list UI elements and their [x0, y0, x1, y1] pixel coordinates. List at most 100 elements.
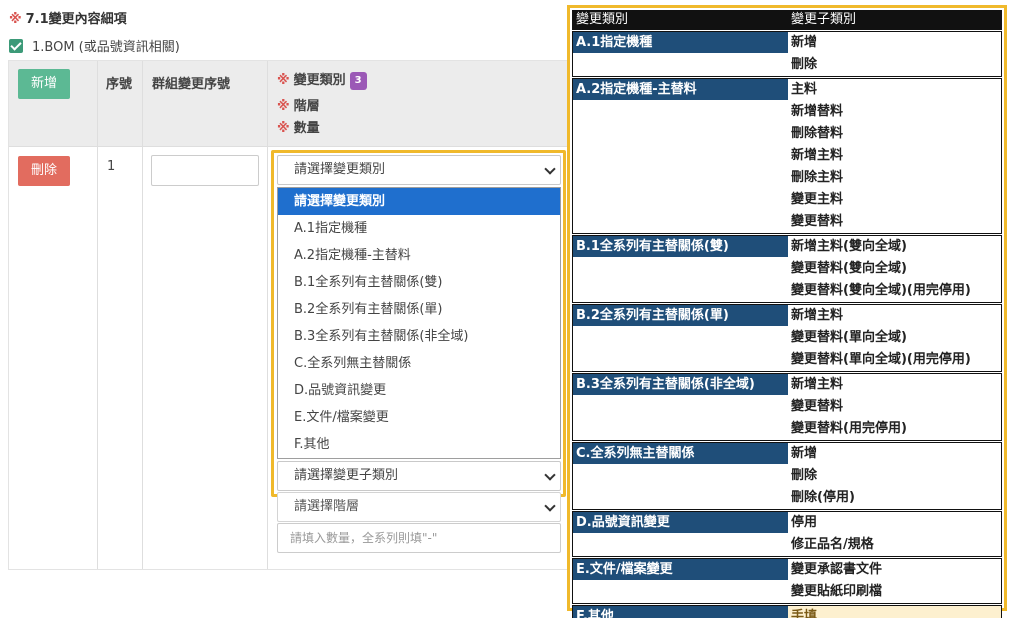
reference-subcategory-cell: 刪除主料 [791, 170, 844, 185]
reference-subcategory-cell: 變更替料(單向全域)(用完停用) [791, 352, 971, 367]
reference-header-subcategory: 變更子類別 [791, 12, 857, 27]
reference-subcategory-cell: 變更替料(雙向全域)(用完停用) [791, 283, 971, 298]
change-type-header-label: 變更類別 [293, 73, 346, 88]
section-title: ※ 7.1變更內容細項 [9, 8, 127, 27]
group-seq-input[interactable] [151, 155, 259, 186]
column-header-group-seq: 群組變更序號 [152, 77, 231, 92]
reference-subcategory-cell: 變更替料(用完停用) [791, 421, 907, 436]
column-header-qty: ※ 數量 [277, 117, 320, 136]
reference-table-body: A.1指定機種 新增 刪除 A.2指定機種-主替料 主料 新增替料 刪除替料 新增主料 刪除主料… [572, 31, 1002, 618]
reference-subcategory-cell: 新增替料 [791, 104, 844, 119]
required-mark: ※ [277, 73, 290, 88]
reference-subcategory-cell: 刪除替料 [791, 126, 844, 141]
reference-group: C.全系列無主替關係 新增刪除刪除(停用) [572, 442, 1002, 510]
dropdown-option[interactable]: A.2指定機種-主替料 [278, 242, 560, 269]
bom-checkbox[interactable] [9, 38, 23, 53]
reference-subcategory-cell: 新增主料 [791, 308, 844, 323]
reference-subcategory-list: 手填 [788, 606, 1001, 618]
change-type-select[interactable]: 請選擇變更類別 [277, 155, 561, 185]
change-type-count-badge: 3 [349, 72, 367, 90]
change-type-dropdown-list[interactable]: 請選擇變更類別 A.1指定機種 A.2指定機種-主替料 B.1全系列有主替關係(雙) B… [277, 187, 561, 459]
dropdown-option[interactable]: C.全系列無主替關係 [278, 350, 560, 377]
reference-subcategory-cell: 變更貼紙印刷檔 [791, 584, 883, 599]
level-header-label: 階層 [293, 99, 320, 114]
add-row-button[interactable]: 新增 [18, 69, 70, 99]
column-divider [267, 61, 268, 569]
quantity-input[interactable]: 請填入數量，全系列則填"-" [277, 523, 561, 553]
reference-group: D.品號資訊變更 停用修正品名/規格 [572, 511, 1002, 557]
reference-subcategory-cell: 刪除(停用) [791, 490, 855, 505]
reference-group: B.1全系列有主替關係(雙) 新增主料(雙向全域) 變更替料(雙向全域) 變更替料(雙… [572, 235, 1002, 303]
reference-subcategory-cell: 刪除 [791, 468, 818, 483]
reference-group: A.1指定機種 新增 刪除 [572, 31, 1002, 77]
required-mark: ※ [277, 121, 290, 136]
reference-subcategory-list: 新增主料變更替料(單向全域) 變更替料(單向全域)(用完停用) [788, 305, 1001, 371]
reference-subcategory-cell: 變更替料 [791, 399, 844, 414]
reference-group: B.3全系列有主替關係(非全域) 新增主料變更替料變更替料(用完停用) [572, 373, 1002, 441]
reference-subcategory-list: 新增主料(雙向全域) 變更替料(雙向全域) 變更替料(雙向全域)(用完停用) [788, 236, 1001, 302]
bom-checkbox-row[interactable]: 1.BOM (或品號資訊相關) [9, 36, 180, 55]
column-header-seq: 序號 [106, 77, 133, 92]
reference-subcategory-cell: 新增 [791, 446, 818, 461]
reference-subcategory-cell: 新增主料 [791, 148, 844, 163]
reference-category-cell: C.全系列無主替關係 [573, 443, 788, 464]
chevron-down-icon [544, 163, 556, 175]
level-select[interactable]: 請選擇階層 [277, 492, 561, 522]
required-mark: ※ [277, 99, 290, 114]
reference-subcategory-list: 新增 刪除 [788, 32, 1001, 76]
reference-group: B.2全系列有主替關係(單) 新增主料變更替料(單向全域) 變更替料(單向全域)(用… [572, 304, 1002, 372]
reference-group: E.文件/檔案變更 變更承認書文件 變更貼紙印刷檔 [572, 558, 1002, 604]
bom-label: 1.BOM (或品號資訊相關) [32, 40, 180, 55]
dropdown-option[interactable]: 請選擇變更類別 [278, 188, 560, 215]
reference-subcategory-cell: 修正品名/規格 [791, 537, 874, 552]
reference-subcategory-list: 變更承認書文件 變更貼紙印刷檔 [788, 559, 1001, 603]
reference-subcategory-cell: 主料 [791, 82, 818, 97]
chevron-down-icon [544, 500, 556, 512]
change-type-select-value: 請選擇變更類別 [294, 162, 386, 177]
reference-table-header: 變更類別 變更子類別 [572, 10, 1002, 30]
column-divider [97, 61, 98, 569]
reference-subcategory-cell: 變更承認書文件 [791, 562, 883, 577]
reference-category-cell: B.3全系列有主替關係(非全域) [573, 374, 788, 395]
reference-header-category: 變更類別 [576, 12, 629, 27]
change-category-reference-table: 變更類別 變更子類別 A.1指定機種 新增 刪除 A.2指定機種-主替料 主料 新增替料刪… [567, 5, 1007, 618]
reference-subcategory-cell: 手填 [788, 606, 1001, 618]
dropdown-option[interactable]: B.2全系列有主替關係(單) [278, 296, 560, 323]
required-mark: ※ [9, 12, 22, 27]
dropdown-option[interactable]: D.品號資訊變更 [278, 377, 560, 404]
reference-group: F.其他 手填 [572, 605, 1002, 618]
delete-row-button[interactable]: 刪除 [18, 156, 70, 186]
reference-subcategory-cell: 刪除 [791, 57, 818, 72]
reference-subcategory-cell: 變更替料 [791, 214, 844, 229]
qty-header-label: 數量 [293, 121, 320, 136]
reference-subcategory-cell: 變更替料(單向全域) [791, 330, 907, 345]
reference-subcategory-cell: 新增主料 [791, 377, 844, 392]
row-seq-number: 1 [107, 159, 116, 174]
dropdown-option[interactable]: B.3全系列有主替關係(非全域) [278, 323, 560, 350]
reference-subcategory-cell: 變更替料(雙向全域) [791, 261, 907, 276]
reference-group: A.2指定機種-主替料 主料新增替料刪除替料新增主料刪除主料變更主料變更替料 [572, 78, 1002, 234]
dropdown-option[interactable]: F.其他 [278, 431, 560, 458]
reference-subcategory-list: 新增主料變更替料變更替料(用完停用) [788, 374, 1001, 440]
reference-category-cell: F.其他 [573, 606, 788, 618]
column-divider [142, 61, 143, 569]
chevron-down-icon [544, 469, 556, 481]
reference-category-cell: E.文件/檔案變更 [573, 559, 788, 580]
reference-subcategory-cell: 變更主料 [791, 192, 844, 207]
reference-subcategory-cell: 停用 [791, 515, 818, 530]
column-header-level: ※ 階層 [277, 95, 320, 114]
reference-category-cell: A.2指定機種-主替料 [573, 79, 788, 100]
change-subtype-select-value: 請選擇變更子類別 [294, 468, 399, 483]
change-subtype-select[interactable]: 請選擇變更子類別 [277, 461, 561, 491]
reference-category-cell: D.品號資訊變更 [573, 512, 788, 533]
dropdown-option[interactable]: A.1指定機種 [278, 215, 560, 242]
reference-subcategory-list: 停用修正品名/規格 [788, 512, 1001, 556]
reference-subcategory-cell: 新增主料(雙向全域) [791, 239, 907, 254]
dropdown-option[interactable]: B.1全系列有主替關係(雙) [278, 269, 560, 296]
section-title-text: 7.1變更內容細項 [25, 12, 127, 27]
reference-subcategory-list: 主料新增替料刪除替料新增主料刪除主料變更主料變更替料 [788, 79, 1001, 233]
column-header-change-type: ※ 變更類別 3 [277, 69, 367, 90]
reference-category-cell: B.2全系列有主替關係(單) [573, 305, 788, 326]
reference-subcategory-cell: 新增 [791, 35, 818, 50]
dropdown-option[interactable]: E.文件/檔案變更 [278, 404, 560, 431]
